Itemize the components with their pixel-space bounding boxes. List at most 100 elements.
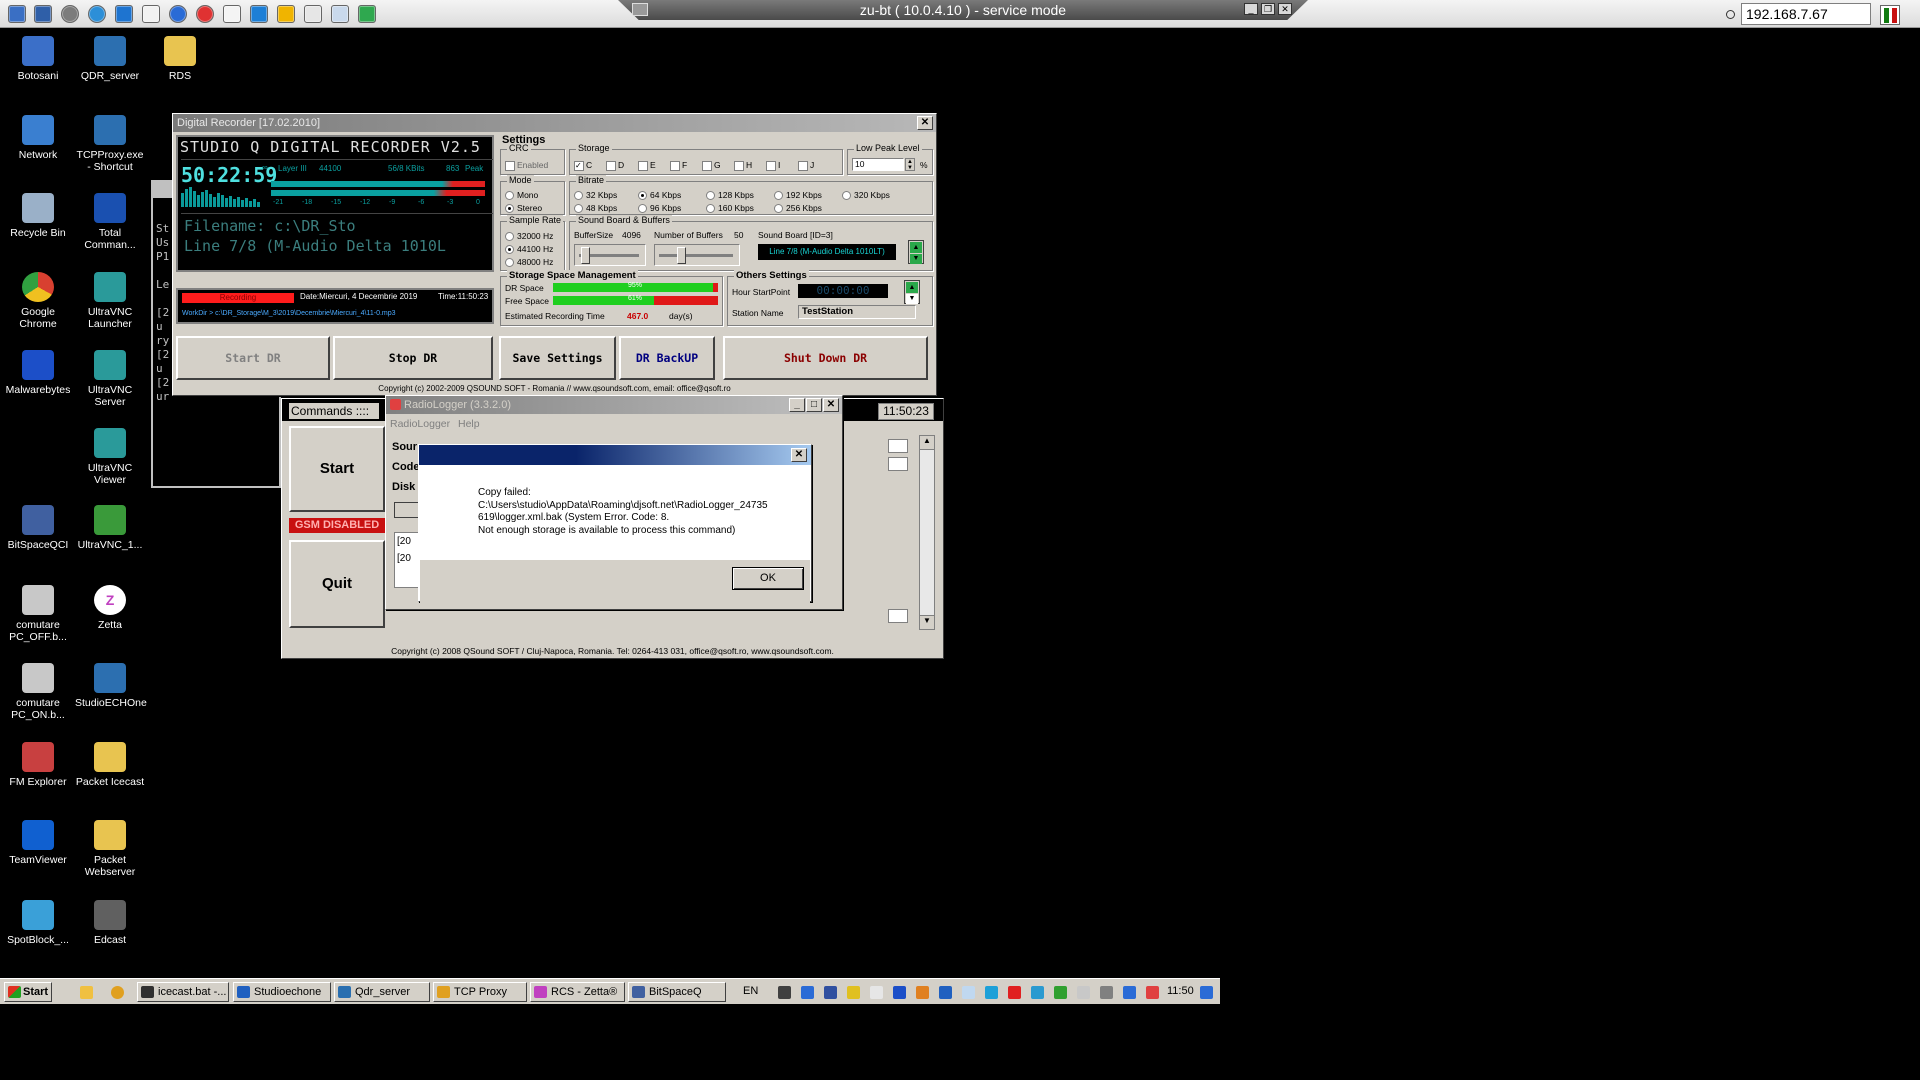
recorder-close-button[interactable]: ✕ (917, 116, 933, 130)
desktop-icon[interactable]: Packet Webserver (75, 820, 145, 878)
refresh-icon[interactable] (88, 5, 106, 23)
desktop-icon[interactable]: UltraVNC Launcher (75, 272, 145, 330)
radiologger-minimize-button[interactable]: _ (789, 398, 805, 412)
sample-44100-radio[interactable]: 44100 Hz (505, 244, 553, 255)
tray-icon[interactable] (1031, 986, 1044, 999)
close-connection-icon[interactable] (196, 5, 214, 23)
taskbar-item[interactable]: RCS - Zetta® (530, 982, 625, 1002)
tray-icon[interactable] (1100, 986, 1113, 999)
desktop-icon[interactable]: Google Chrome (3, 272, 73, 330)
gear-icon[interactable] (61, 5, 79, 23)
drive-checkbox-i[interactable]: I (766, 160, 798, 171)
commander-scrollbar[interactable]: ▲ ▼ (919, 435, 935, 630)
desktop-icon[interactable]: Packet Icecast (75, 742, 145, 788)
crc-enabled-checkbox[interactable]: Enabled (505, 160, 548, 171)
tray-icon[interactable] (1008, 986, 1021, 999)
commander-quit-button[interactable]: Quit (289, 540, 385, 628)
tray-icon[interactable] (962, 986, 975, 999)
shutdown-dr-button[interactable]: Shut Down DR (723, 336, 928, 380)
chat-icon[interactable] (358, 5, 376, 23)
commander-option-box-2[interactable] (888, 457, 908, 471)
error-dialog-title-bar[interactable]: ✕ (419, 445, 811, 465)
bitrate-radio[interactable]: 96 Kbps (638, 203, 681, 214)
start-button[interactable]: Start (4, 982, 52, 1002)
dr-backup-button[interactable]: DR BackUP (619, 336, 715, 380)
desktop-icon[interactable]: BitSpaceQCI (3, 505, 73, 551)
save-settings-button[interactable]: Save Settings (499, 336, 616, 380)
desktop-icon[interactable]: UltraVNC Viewer (75, 428, 145, 486)
vnc-minimize-button[interactable]: _ (1244, 3, 1258, 15)
monitor-icon[interactable] (250, 5, 268, 23)
tray-icon[interactable] (870, 986, 883, 999)
drive-checkbox-c[interactable]: ✓ C (574, 160, 606, 171)
desktop-icon[interactable]: Recycle Bin (3, 193, 73, 239)
sample-48000-radio[interactable]: 48000 Hz (505, 257, 553, 268)
desktop-icon[interactable]: Network (3, 115, 73, 161)
taskbar-item[interactable]: icecast.bat -... (137, 982, 229, 1002)
tray-icon[interactable] (985, 986, 998, 999)
drive-checkbox-d[interactable]: D (606, 160, 638, 171)
radiologger-close-button[interactable]: ✕ (823, 398, 839, 412)
session-menu-icon[interactable] (632, 3, 648, 16)
screen-select-icon[interactable] (331, 5, 349, 23)
radiologger-menu-file[interactable]: RadioLogger (390, 418, 450, 430)
tray-icon[interactable] (1146, 986, 1159, 999)
commander-start-button[interactable]: Start (289, 426, 385, 512)
options-icon[interactable] (8, 5, 26, 23)
tray-icon[interactable] (801, 986, 814, 999)
station-name-input[interactable]: TestStation (798, 305, 916, 319)
desktop-icon[interactable]: TeamViewer (3, 820, 73, 866)
desktop-icon[interactable]: Total Comman... (75, 193, 145, 251)
tray-icon[interactable] (916, 986, 929, 999)
desktop-icon[interactable]: FM Explorer (3, 742, 73, 788)
taskbar-item[interactable]: Qdr_server (334, 982, 430, 1002)
desktop-icon[interactable]: Edcast (75, 900, 145, 946)
commander-option-box-3[interactable] (888, 609, 908, 623)
bitrate-radio[interactable]: 128 Kbps (706, 190, 754, 201)
vnc-close-button[interactable]: ✕ (1278, 3, 1292, 15)
tray-icon[interactable] (778, 986, 791, 999)
taskbar-item[interactable]: BitSpaceQ (628, 982, 726, 1002)
desktop-icon[interactable]: comutare PC_ON.b... (3, 663, 73, 721)
sample-32000-radio[interactable]: 32000 Hz (505, 231, 553, 242)
bitrate-radio[interactable]: 64 Kbps (638, 190, 681, 201)
show-desktop-icon[interactable] (1200, 986, 1213, 999)
tray-icon[interactable] (939, 986, 952, 999)
error-dialog-close-button[interactable]: ✕ (791, 448, 807, 462)
mode-mono-radio[interactable]: Mono (505, 190, 538, 201)
stop-dr-button[interactable]: Stop DR (333, 336, 493, 380)
drive-checkbox-f[interactable]: F (670, 160, 702, 171)
info-icon[interactable] (169, 5, 187, 23)
bitrate-radio[interactable]: 192 Kbps (774, 190, 822, 201)
tray-icon[interactable] (893, 986, 906, 999)
quicklaunch-folder-icon[interactable] (80, 986, 93, 999)
commander-option-box-1[interactable] (888, 439, 908, 453)
quicklaunch-chrome-icon[interactable] (111, 986, 124, 999)
taskbar-item[interactable]: TCP Proxy (433, 982, 527, 1002)
ip-address-field[interactable]: 192.168.7.67 (1741, 3, 1871, 25)
drive-checkbox-g[interactable]: G (702, 160, 734, 171)
desktop-icon[interactable]: SpotBlock_... (3, 900, 73, 946)
folder-transfer-icon[interactable] (277, 5, 295, 23)
radiologger-menu-help[interactable]: Help (458, 418, 480, 430)
bitrate-radio[interactable]: 320 Kbps (842, 190, 890, 201)
language-indicator[interactable]: EN (743, 985, 758, 997)
recorder-title-bar[interactable]: Digital Recorder [17.02.2010] ✕ (173, 114, 936, 132)
mode-stereo-radio[interactable]: Stereo (505, 203, 542, 214)
bitrate-radio[interactable]: 32 Kbps (574, 190, 617, 201)
tray-icon[interactable] (1077, 986, 1090, 999)
start-dr-button[interactable]: Start DR (176, 336, 330, 380)
desktop-icon[interactable]: RDS (145, 36, 215, 82)
tray-icon[interactable] (1054, 986, 1067, 999)
radiologger-title-bar[interactable]: RadioLogger (3.3.2.0) _ □ ✕ (386, 396, 842, 414)
tray-icon[interactable] (824, 986, 837, 999)
num-buffers-slider[interactable] (654, 244, 740, 266)
drive-checkbox-e[interactable]: E (638, 160, 670, 171)
bitrate-radio[interactable]: 48 Kbps (574, 203, 617, 214)
desktop-icon[interactable]: QDR_server (75, 36, 145, 82)
desktop-icon[interactable]: Botosani (3, 36, 73, 82)
bitrate-radio[interactable]: 160 Kbps (706, 203, 754, 214)
low-peak-input[interactable]: 10 (852, 158, 904, 171)
ok-button[interactable]: OK (732, 567, 804, 590)
tray-icon[interactable] (847, 986, 860, 999)
